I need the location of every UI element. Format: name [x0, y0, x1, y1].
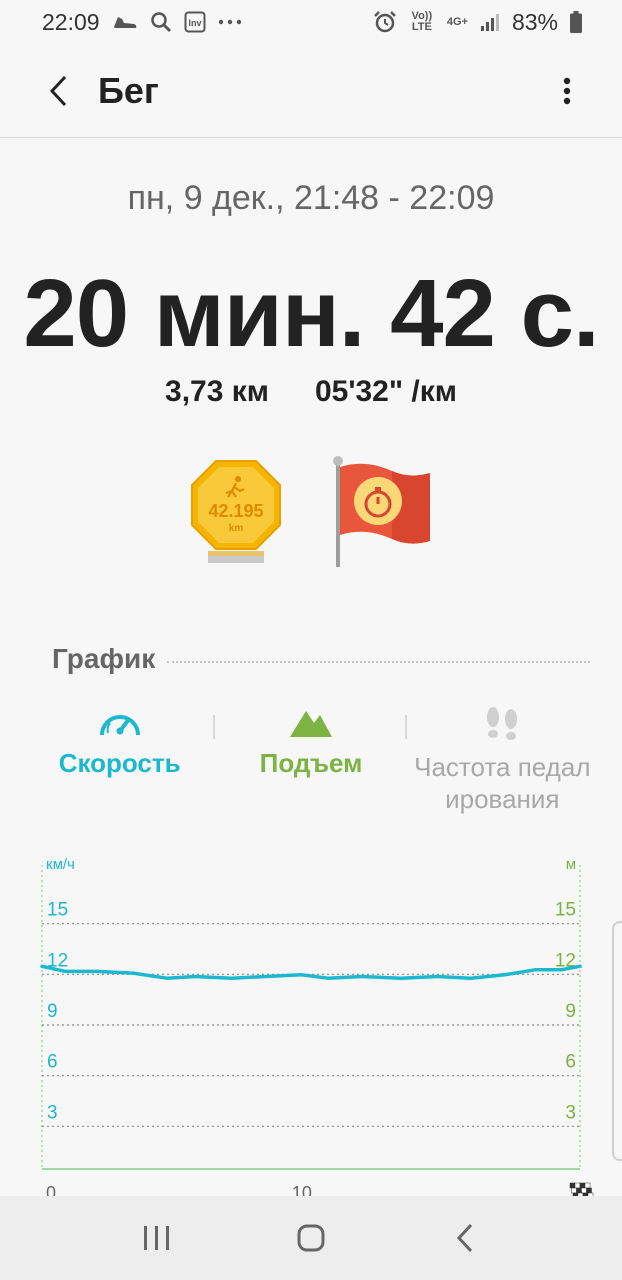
tab-cadence[interactable]: Частота педал ирования — [407, 705, 598, 815]
graph-section-title: График — [52, 643, 156, 674]
tab-cadence-label: Частота педал ирования — [414, 751, 590, 815]
alarm-icon — [373, 10, 397, 34]
marathon-badge-unit: km — [229, 523, 244, 534]
tab-speed-label: Скорость — [58, 748, 181, 778]
graph-section-header: График — [52, 643, 590, 675]
system-nav-bar — [0, 1196, 622, 1280]
y-tick-label-left: 15 — [47, 900, 68, 921]
y-tick-label-right: 3 — [565, 1102, 576, 1123]
home-icon — [297, 1224, 325, 1252]
time-record-flag-badge[interactable] — [326, 455, 436, 569]
mountain-icon — [289, 711, 332, 737]
workout-distance: 3,73 км — [165, 375, 269, 408]
home-button[interactable] — [271, 1208, 351, 1268]
search-icon — [150, 11, 172, 33]
shoe-icon — [112, 13, 138, 31]
back-nav-icon — [456, 1223, 473, 1253]
graph-tabs: Скорость Подъем Частота педал ирования — [24, 705, 598, 815]
status-left: 22:09 lnv — [42, 9, 242, 36]
tab-elevation[interactable]: Подъем — [215, 705, 407, 815]
signal-icon — [480, 12, 500, 32]
tab-speed[interactable]: Скорость — [24, 705, 216, 815]
y-tick-label-left: 9 — [47, 1001, 58, 1022]
tab-cadence-label-line2: ирования — [445, 784, 560, 814]
workout-duration: 20 мин. 42 с. — [23, 260, 599, 367]
tab-cadence-label-line1: Частота педал — [414, 752, 591, 782]
network-type: 4G+ — [446, 15, 468, 28]
footsteps-icon — [487, 707, 518, 740]
marathon-badge-value: 42.195 — [208, 501, 263, 521]
scroll-indicator[interactable] — [612, 921, 622, 1161]
right-axis-unit: м — [566, 856, 576, 873]
status-time: 22:09 — [42, 8, 100, 35]
y-tick-label-right: 9 — [565, 1001, 576, 1022]
tab-elevation-label: Подъем — [259, 748, 363, 778]
recent-apps-icon — [144, 1226, 169, 1250]
marathon-badge[interactable]: 42.195 km — [186, 455, 286, 569]
chart-svg: км/ч м3 36 69 912 1215 150 10 — [40, 856, 594, 1203]
speedometer-icon — [99, 715, 140, 736]
more-dots-icon — [218, 18, 242, 26]
left-axis-unit: км/ч — [46, 856, 75, 873]
status-bar: 22:09 lnv Vo)) LTE 4G+ 83% — [0, 0, 622, 44]
battery-icon — [570, 11, 582, 33]
back-button[interactable] — [28, 61, 88, 121]
y-tick-label-right: 15 — [555, 900, 576, 921]
workout-detail: пн, 9 дек., 21:48 - 22:09 20 мин. 42 с. … — [0, 139, 622, 1203]
workout-stats: 3,73 км 05'32" /км — [0, 375, 622, 409]
workout-pace: 05'32" /км — [314, 375, 457, 408]
more-vert-icon — [563, 77, 571, 104]
status-right: Vo)) LTE 4G+ 83% — [373, 9, 582, 36]
speed-chart[interactable]: км/ч м 3 3 6 6 9 9 12 12 15 15 0 10 — [0, 845, 622, 1203]
y-tick-label-right: 6 — [565, 1052, 576, 1073]
svg-text:lnv: lnv — [188, 18, 201, 28]
workout-date-range: пн, 9 дек., 21:48 - 22:09 — [127, 179, 495, 217]
y-tick-label-left: 6 — [47, 1052, 58, 1073]
speed-series-line — [40, 964, 582, 980]
y-tick-label-left: 3 — [47, 1102, 58, 1123]
volte-label: Vo)) LTE — [411, 10, 433, 33]
achievement-badges: 42.195 km — [0, 455, 622, 569]
app-bar: Бег — [0, 44, 622, 138]
section-divider — [167, 661, 590, 663]
page-title: Бег — [98, 69, 159, 111]
app-icon: lnv — [184, 11, 206, 33]
battery-percent: 83% — [511, 8, 558, 35]
back-nav-button[interactable] — [425, 1208, 505, 1268]
more-options-button[interactable] — [542, 61, 592, 121]
recent-apps-button[interactable] — [117, 1208, 197, 1268]
back-arrow-icon — [49, 75, 67, 106]
